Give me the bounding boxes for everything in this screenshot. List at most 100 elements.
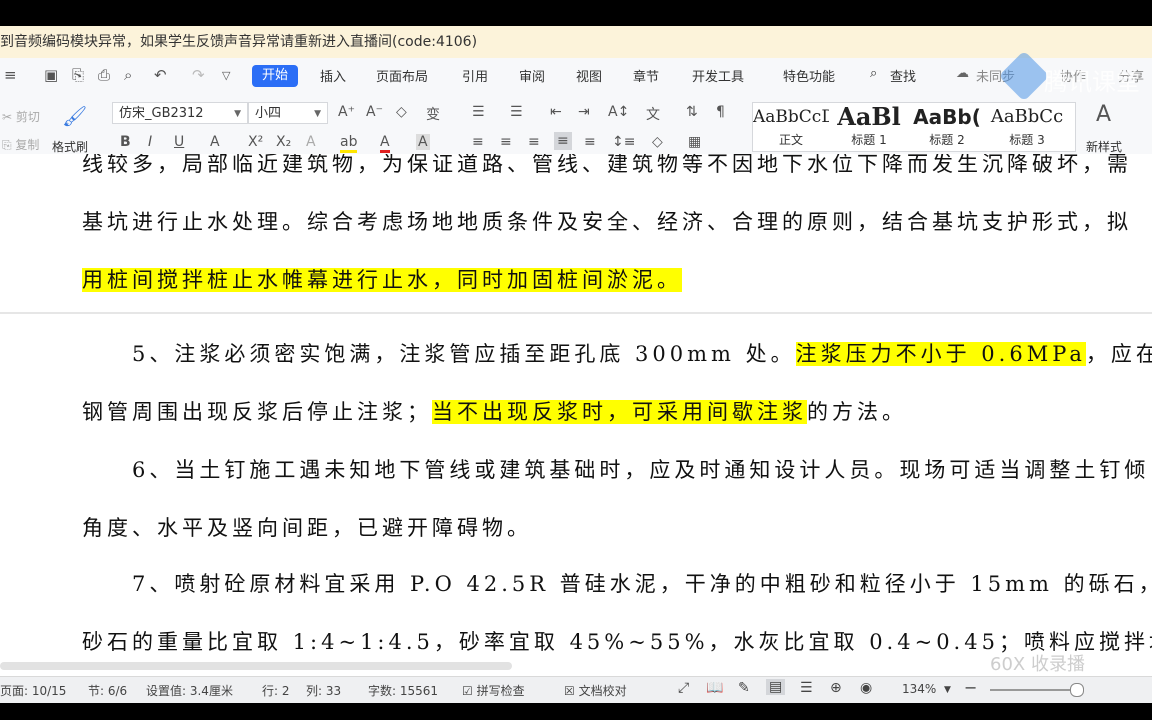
print-icon[interactable]: ⎙ — [98, 66, 110, 84]
save-icon[interactable]: ▣ — [44, 66, 58, 84]
spell-check-button[interactable]: ☑ 拼写检查 — [462, 682, 525, 699]
underline-button[interactable]: U — [174, 134, 184, 150]
style-heading-2-sample: AaBb( — [913, 105, 981, 129]
document-area[interactable]: 线较多，局部临近建筑物，为保证道路、管线、建筑物等不因地下水位下降而发生沉降破坏… — [0, 154, 1152, 658]
preview-icon[interactable]: ⌕ — [124, 66, 132, 84]
bullet-list-icon[interactable]: ☰ — [472, 104, 485, 120]
style-heading-3[interactable]: AaBbCc 标题 3 — [987, 103, 1067, 151]
search-icon[interactable]: ⌕ — [870, 66, 877, 81]
zoom-slider[interactable] — [990, 689, 1080, 691]
new-style-button[interactable]: 新样式 — [1086, 138, 1122, 155]
error-notice-bar: 到音频编码模块异常，如果学生反馈声音异常请重新进入直播间(code:4106) — [0, 26, 1152, 58]
grow-font-icon[interactable]: A⁺ — [338, 104, 355, 120]
document-line[interactable]: 钢管周围出现反浆后停止注浆；当不出现反浆时，可采用间歇注浆的方法。 — [82, 390, 907, 434]
clear-format-icon[interactable]: ◇ — [396, 104, 407, 120]
style-heading-2[interactable]: AaBb( 标题 2 — [909, 103, 985, 151]
increase-indent-icon[interactable]: ⇥ — [578, 104, 590, 120]
font-color-icon[interactable]: A — [380, 134, 390, 153]
numbered-list-icon[interactable]: ☰ — [510, 104, 523, 120]
proofread-button[interactable]: ☒ 文档校对 — [564, 682, 627, 699]
align-center-icon[interactable]: ≡ — [500, 134, 512, 150]
chinese-layout-icon[interactable]: 文 — [646, 104, 660, 124]
read-mode-icon[interactable]: 📖 — [706, 680, 723, 696]
outline-view-icon[interactable]: ☰ — [800, 680, 813, 696]
font-name-value: 仿宋_GB2312 — [119, 106, 204, 121]
document-line[interactable]: 基坑进行止水处理。综合考虑场地地质条件及安全、经济、合理的原则，结合基坑支护形式… — [82, 200, 1132, 244]
tab-special[interactable]: 特色功能 — [783, 66, 835, 85]
subscript-icon[interactable]: X₂ — [276, 134, 291, 150]
tab-insert[interactable]: 插入 — [320, 66, 346, 85]
ribbon: ≡ ▣ ⎘ ⎙ ⌕ ↶ ↷ ▽ 开始 插入 页面布局 引用 审阅 视图 章节 开… — [0, 58, 1152, 154]
scrollbar-thumb[interactable] — [0, 662, 512, 670]
document-line[interactable]: 5、注浆必须密实饱满，注浆管应插至距孔底 300mm 处。注浆压力不小于 0.6… — [82, 332, 1152, 376]
bold-button[interactable]: B — [120, 134, 131, 150]
menu-tab-row: ≡ ▣ ⎘ ⎙ ⌕ ↶ ↷ ▽ 开始 插入 页面布局 引用 审阅 视图 章节 开… — [0, 58, 1152, 94]
cloud-sync-icon[interactable]: ☁ — [956, 66, 969, 81]
font-name-select[interactable]: 仿宋_GB2312 ▼ — [112, 102, 248, 124]
format-painter-icon[interactable]: 🖌 — [62, 104, 87, 128]
document-line[interactable]: 6、当土钉施工遇未知地下管线或建筑基础时，应及时通知设计人员。现场可适当调整土钉… — [82, 448, 1149, 492]
tab-review[interactable]: 审阅 — [519, 66, 545, 85]
shrink-font-icon[interactable]: A⁻ — [366, 104, 383, 120]
highlight-icon[interactable]: ab — [340, 134, 358, 153]
redo-icon[interactable]: ↷ — [192, 66, 205, 84]
status-col: 列: 33 — [306, 684, 342, 698]
char-shading-icon[interactable]: A — [416, 134, 430, 150]
font-size-select[interactable]: 小四 ▼ — [248, 102, 328, 124]
text-effect-icon[interactable]: A — [306, 134, 316, 150]
new-style-icon[interactable]: A — [1096, 102, 1111, 127]
fullscreen-icon[interactable]: ⤢ — [678, 680, 689, 696]
copy-button[interactable]: ⎘ 复制 — [2, 136, 39, 153]
web-view-icon[interactable]: ⊕ — [830, 680, 842, 696]
align-right-icon[interactable]: ≡ — [528, 134, 540, 150]
zoom-out-icon[interactable]: − — [964, 678, 977, 697]
page-view-icon[interactable]: ▤ — [766, 679, 786, 695]
chevron-down-icon: ▼ — [234, 109, 241, 119]
customize-dropdown-icon[interactable]: ▽ — [222, 69, 230, 82]
tab-view[interactable]: 视图 — [576, 66, 602, 85]
superscript-icon[interactable]: X² — [248, 134, 263, 150]
font-size-value: 小四 — [255, 106, 282, 121]
phonetic-icon[interactable]: 变 — [426, 104, 440, 124]
status-word-count[interactable]: 字数: 15561 — [368, 682, 438, 699]
distributed-icon[interactable]: ≡ — [584, 134, 596, 150]
style-heading-2-label: 标题 2 — [929, 133, 965, 147]
chevron-down-icon[interactable]: ▼ — [944, 685, 951, 695]
eye-protect-icon[interactable]: ◉ — [860, 680, 872, 696]
document-line[interactable]: 角度、水平及竖向间距，已避开障碍物。 — [82, 506, 532, 550]
justify-icon[interactable]: ≡ — [554, 132, 572, 150]
show-marks-icon[interactable]: ¶ — [716, 104, 725, 120]
line-spacing-icon[interactable]: ↕≡ — [612, 134, 635, 150]
sort-icon[interactable]: ⇅ — [686, 104, 698, 120]
tab-chapter[interactable]: 章节 — [633, 66, 659, 85]
tab-home[interactable]: 开始 — [252, 65, 298, 87]
horizontal-scrollbar[interactable] — [0, 658, 1152, 676]
strikethrough-icon[interactable]: A — [210, 134, 220, 150]
undo-icon[interactable]: ↶ — [154, 66, 167, 84]
text-direction-icon[interactable]: A↕ — [608, 104, 629, 120]
search-label[interactable]: 查找 — [890, 66, 916, 85]
tab-references[interactable]: 引用 — [462, 66, 488, 85]
tab-page-layout[interactable]: 页面布局 — [376, 66, 428, 85]
style-normal[interactable]: AaBbCcDd 正文 — [753, 103, 829, 151]
style-heading-1[interactable]: AaBl 标题 1 — [831, 103, 907, 151]
document-line[interactable]: 线较多，局部临近建筑物，为保证道路、管线、建筑物等不因地下水位下降而发生沉降破坏… — [82, 154, 1132, 186]
tab-developer[interactable]: 开发工具 — [692, 66, 744, 85]
align-left-icon[interactable]: ≡ — [472, 134, 484, 150]
italic-button[interactable]: I — [148, 134, 152, 150]
decrease-indent-icon[interactable]: ⇤ — [550, 104, 562, 120]
menu-icon[interactable]: ≡ — [4, 66, 17, 84]
text-run: 基坑进行止水处理。综合考虑场地地质条件及安全、经济、合理的原则，结合基坑支护形式… — [82, 210, 1132, 234]
document-line[interactable]: 7、喷射砼原材料宜采用 P.O 42.5R 普硅水泥，干净的中粗砂和粒径小于 1… — [82, 562, 1152, 606]
status-page[interactable]: 页面: 10/15 — [0, 682, 66, 699]
shading-icon[interactable]: ◇ — [652, 134, 663, 150]
cut-button[interactable]: ✂ 剪切 — [2, 108, 40, 125]
zoom-level[interactable]: 134% — [902, 682, 936, 696]
format-painter-label[interactable]: 格式刷 — [52, 138, 88, 155]
document-line[interactable]: 用桩间搅拌桩止水帷幕进行止水，同时加固桩间淤泥。 — [82, 258, 682, 302]
edit-mode-icon[interactable]: ✎ — [738, 680, 750, 696]
zoom-slider-handle[interactable] — [1070, 683, 1084, 697]
export-icon[interactable]: ⎘ — [72, 66, 84, 84]
border-icon[interactable]: ▦ — [688, 134, 701, 150]
copy-label: 复制 — [15, 138, 40, 152]
